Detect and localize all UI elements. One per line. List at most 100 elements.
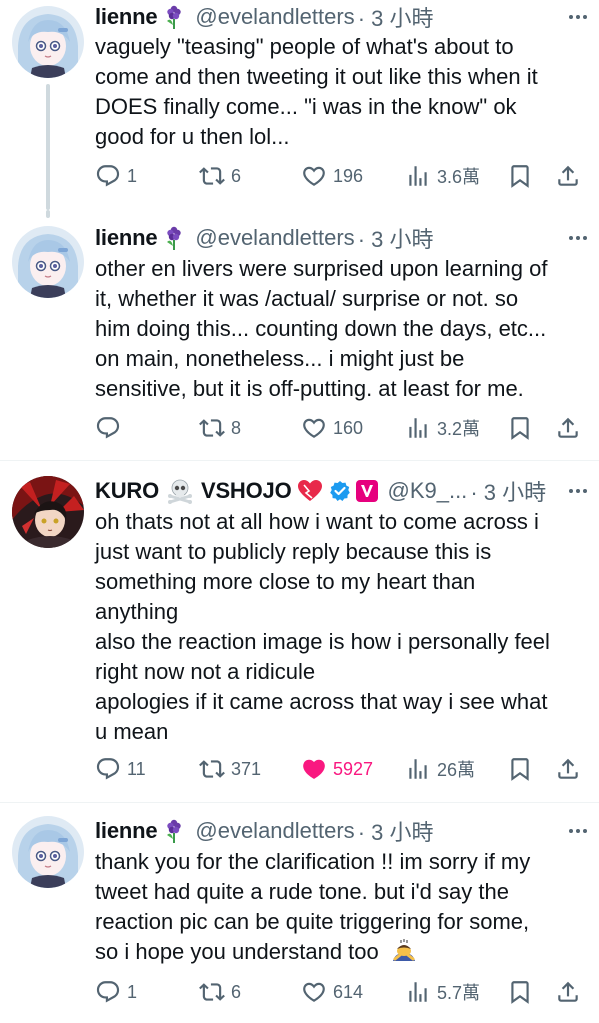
display-name[interactable]: lienne	[95, 4, 158, 30]
reply-icon	[96, 165, 120, 187]
timestamp[interactable]: · 3 小時	[358, 1, 434, 33]
repost-icon	[199, 760, 225, 778]
views-count: 3.2萬	[437, 419, 481, 439]
hyacinth-emoji	[163, 5, 185, 29]
reply-count: 1	[127, 165, 138, 186]
reply-icon	[96, 417, 120, 439]
more-options-icon[interactable]	[569, 223, 587, 253]
reply-button[interactable]: 1	[95, 161, 137, 191]
share-icon	[558, 981, 578, 1002]
repost-icon	[199, 419, 225, 437]
like-button[interactable]: 160	[301, 413, 363, 443]
repost-button[interactable]: 8	[199, 413, 241, 443]
display-name[interactable]: lienne	[95, 225, 158, 251]
tweet-actions: 8 160 3.2萬	[95, 413, 585, 443]
user-handle[interactable]: @evelandletters	[195, 4, 354, 30]
share-icon	[558, 165, 578, 186]
bookmark-icon	[511, 981, 529, 1004]
tweet-4[interactable]: lienne @evelandletters · 3 小時 thank you …	[0, 803, 599, 1023]
reply-button[interactable]	[95, 413, 127, 443]
avatar-lienne[interactable]	[12, 6, 84, 78]
reply-icon	[96, 758, 120, 780]
tweet-header: KURO VSHOJO @K9_... · 3 小時	[95, 476, 587, 506]
tweet-text: other en livers were surprised upon lear…	[95, 256, 548, 401]
like-button[interactable]: 614	[301, 977, 363, 1007]
views-count: 5.7萬	[437, 983, 481, 1003]
share-button[interactable]	[555, 413, 581, 443]
reply-count: 1	[127, 981, 138, 1002]
like-button-active[interactable]: 5927	[301, 754, 373, 784]
avatar-lienne[interactable]	[12, 226, 84, 298]
bookmark-button[interactable]	[507, 977, 533, 1007]
avatar-lienne[interactable]	[12, 816, 84, 888]
heart-icon	[303, 418, 325, 438]
vshojo-badge-icon[interactable]	[355, 479, 379, 503]
timestamp[interactable]: · 3 小時	[358, 222, 434, 254]
like-button[interactable]: 196	[301, 161, 363, 191]
views-button[interactable]: 3.6萬	[405, 161, 480, 191]
heart-filled-icon	[303, 759, 325, 779]
tweet-text: thank you for the clarification !! im so…	[95, 847, 585, 971]
share-button[interactable]	[555, 754, 581, 784]
user-handle[interactable]: @evelandletters	[195, 818, 354, 844]
tweet-3[interactable]: KURO VSHOJO @K9_... · 3 小時 oh thats not …	[0, 461, 599, 802]
display-name-part-2[interactable]: VSHOJO	[201, 478, 292, 504]
repost-count: 371	[231, 758, 262, 779]
display-name[interactable]: KURO	[95, 478, 159, 504]
tweet-header: lienne @evelandletters · 3 小時	[95, 2, 587, 32]
bookmark-button[interactable]	[507, 161, 533, 191]
user-handle[interactable]: @evelandletters	[195, 225, 354, 251]
heart-icon	[303, 166, 325, 186]
views-icon	[409, 759, 427, 779]
display-name[interactable]: lienne	[95, 818, 158, 844]
repost-button[interactable]: 371	[199, 754, 261, 784]
like-count: 196	[333, 165, 364, 186]
tweet-1[interactable]: lienne @evelandletters · 3 小時 vaguely "t…	[0, 0, 599, 210]
timestamp[interactable]: · 3 小時	[470, 475, 546, 507]
views-count: 26萬	[437, 760, 476, 780]
bookmark-icon	[511, 165, 529, 188]
views-button[interactable]: 3.2萬	[405, 413, 480, 443]
share-icon	[558, 417, 578, 438]
repost-icon	[199, 983, 225, 1001]
more-options-icon[interactable]	[569, 476, 587, 506]
repost-button[interactable]: 6	[199, 977, 241, 1007]
hyacinth-emoji	[163, 226, 185, 250]
tweet-actions: 11 371 5927 26萬	[95, 754, 585, 784]
more-options-icon[interactable]	[569, 2, 587, 32]
user-handle[interactable]: @K9_...	[387, 478, 467, 504]
timestamp[interactable]: · 3 小時	[358, 815, 434, 847]
tweet-header: lienne @evelandletters · 3 小時	[95, 816, 587, 846]
views-icon	[409, 166, 427, 186]
repost-count: 6	[231, 981, 242, 1002]
views-button[interactable]: 5.7萬	[405, 977, 480, 1007]
repost-button[interactable]: 6	[199, 161, 241, 191]
share-button[interactable]	[555, 161, 581, 191]
share-button[interactable]	[555, 977, 581, 1007]
like-count: 5927	[333, 758, 374, 779]
more-options-icon[interactable]	[569, 816, 587, 846]
reply-button[interactable]: 1	[95, 977, 137, 1007]
tweet-actions: 1 6 196 3.6萬	[95, 161, 585, 191]
repost-count: 6	[231, 165, 242, 186]
reply-icon	[96, 981, 120, 1003]
like-count: 614	[333, 981, 364, 1002]
bookmark-button[interactable]	[507, 754, 533, 784]
views-button[interactable]: 26萬	[405, 754, 475, 784]
tweet-header: lienne @evelandletters · 3 小時	[95, 223, 587, 253]
share-icon	[558, 758, 578, 779]
heart-emoji	[297, 479, 323, 503]
reply-count: 11	[127, 758, 146, 779]
avatar-kuro[interactable]	[12, 476, 84, 548]
thread-line	[46, 84, 50, 210]
thread-line	[46, 210, 50, 218]
skull-crossbones-emoji	[167, 478, 193, 504]
verified-badge-icon[interactable]	[329, 480, 351, 502]
views-icon	[409, 418, 427, 438]
tweet-2[interactable]: lienne @evelandletters · 3 小時 other en l…	[0, 210, 599, 460]
like-count: 160	[333, 417, 364, 438]
reply-button[interactable]: 11	[95, 754, 146, 784]
bookmark-button[interactable]	[507, 413, 533, 443]
bookmark-icon	[511, 417, 529, 440]
repost-icon	[199, 167, 225, 185]
